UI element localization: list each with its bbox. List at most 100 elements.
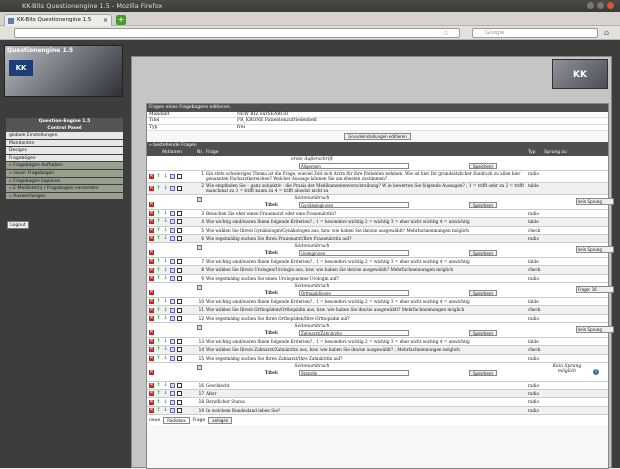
arrow-up-icon[interactable]: ↑: [156, 236, 161, 241]
arrow-up-icon[interactable]: ↑: [156, 219, 161, 224]
arrow-up-icon[interactable]: ↑: [156, 407, 161, 413]
arrow-up-icon[interactable]: ↑: [156, 275, 161, 281]
delete-icon[interactable]: ✕: [149, 299, 154, 305]
close-tab-icon[interactable]: ×: [103, 15, 108, 26]
save-section-button[interactable]: Speichern: [469, 369, 497, 376]
browser-tab[interactable]: KK-Bits Questionengine 1.5 ×: [4, 14, 112, 26]
delete-icon[interactable]: ✕: [149, 236, 154, 242]
arrow-down-icon[interactable]: ↓: [163, 407, 168, 413]
arrow-down-icon[interactable]: ↓: [163, 399, 168, 405]
save-section-button[interactable]: Speichern: [469, 329, 497, 336]
select-checkbox[interactable]: [177, 407, 182, 413]
arrow-up-icon[interactable]: ↑: [156, 391, 161, 396]
new-tab-button[interactable]: +: [116, 15, 126, 25]
delete-icon[interactable]: ✕: [149, 307, 154, 313]
arrow-up-icon[interactable]: ↑: [156, 399, 161, 405]
question-type-select[interactable]: Radiobox: [163, 416, 190, 424]
arrow-up-icon[interactable]: ↑: [156, 227, 161, 233]
select-checkbox[interactable]: [177, 315, 182, 321]
delete-icon[interactable]: ✕: [149, 347, 154, 353]
edit-icon[interactable]: [170, 275, 175, 281]
arrow-up-icon[interactable]: ↑: [156, 355, 161, 361]
select-checkbox[interactable]: [177, 383, 182, 388]
delete-icon[interactable]: ✕: [149, 250, 154, 256]
sidebar-item-mandanten[interactable]: Mandanten: [6, 139, 123, 148]
jump-select[interactable]: kein Sprung: [576, 325, 614, 333]
arrow-up-icon[interactable]: ↑: [156, 347, 161, 352]
edit-icon[interactable]: [170, 307, 175, 313]
edit-icon[interactable]: [170, 315, 175, 321]
arrow-up-icon[interactable]: ↑: [156, 259, 161, 264]
delete-icon[interactable]: ✕: [149, 290, 154, 296]
edit-icon[interactable]: [170, 236, 175, 242]
select-checkbox[interactable]: [177, 186, 182, 191]
delete-icon[interactable]: ✕: [149, 407, 154, 413]
edit-icon[interactable]: [170, 391, 175, 397]
arrow-down-icon[interactable]: ↓: [163, 211, 168, 216]
sidebar-item-kopieren[interactable]: » Fragebogen kopieren: [6, 177, 123, 186]
select-checkbox[interactable]: [177, 174, 182, 179]
edit-icon[interactable]: [170, 399, 175, 405]
select-checkbox[interactable]: [177, 339, 182, 345]
edit-icon[interactable]: [170, 355, 175, 361]
section-title-input[interactable]: Orthopädinnen: [299, 290, 409, 297]
arrow-down-icon[interactable]: ↓: [163, 347, 168, 352]
select-checkbox[interactable]: [177, 211, 182, 217]
edit-settings-button[interactable]: Grundeinstellungen editieren: [344, 133, 411, 140]
delete-icon[interactable]: ✕: [149, 275, 154, 281]
arrow-down-icon[interactable]: ↓: [163, 186, 168, 191]
close-window-button[interactable]: [607, 2, 614, 9]
edit-icon[interactable]: [170, 339, 175, 345]
edit-icon[interactable]: [170, 211, 175, 217]
arrow-down-icon[interactable]: ↓: [163, 307, 168, 313]
delete-icon[interactable]: ✕: [149, 355, 154, 361]
save-section-button[interactable]: Speichern: [469, 163, 497, 169]
sidebar-item-frageboegen[interactable]: Fragebögen: [6, 154, 123, 163]
arrow-down-icon[interactable]: ↓: [163, 267, 168, 273]
arrow-down-icon[interactable]: ↓: [163, 355, 168, 361]
logout-button[interactable]: Logout: [7, 221, 29, 229]
delete-icon[interactable]: ✕: [149, 315, 154, 321]
arrow-down-icon[interactable]: ↓: [163, 339, 168, 344]
save-section-button[interactable]: Speichern: [469, 290, 497, 297]
select-checkbox[interactable]: [177, 236, 182, 242]
arrow-down-icon[interactable]: ↓: [163, 174, 168, 179]
delete-icon[interactable]: ✕: [149, 267, 154, 273]
arrow-up-icon[interactable]: ↑: [156, 299, 161, 304]
sidebar-item-aufheben[interactable]: » Fragebögen Aufheben: [6, 162, 123, 170]
jump-select[interactable]: Frage: 16: [576, 286, 614, 294]
delete-icon[interactable]: ✕: [149, 202, 154, 207]
edit-icon[interactable]: [170, 186, 175, 191]
select-checkbox[interactable]: [177, 355, 182, 361]
edit-icon[interactable]: [170, 219, 175, 225]
delete-icon[interactable]: ✕: [149, 174, 154, 179]
delete-icon[interactable]: ✕: [149, 211, 154, 217]
sidebar-item-auswertungen[interactable]: » Auswertungen: [6, 192, 123, 201]
arrow-down-icon[interactable]: ↓: [163, 259, 168, 264]
delete-icon[interactable]: ✕: [149, 329, 154, 335]
edit-icon[interactable]: [170, 227, 175, 233]
delete-icon[interactable]: ✕: [149, 391, 154, 397]
arrow-up-icon[interactable]: ↑: [156, 307, 161, 313]
select-checkbox[interactable]: [177, 347, 182, 353]
sidebar-item-versenden[interactable]: » E-Mailliste(n) / Fragebogen versenden: [6, 185, 123, 193]
edit-icon[interactable]: [170, 299, 175, 305]
maximize-button[interactable]: [597, 2, 604, 9]
edit-icon[interactable]: [170, 407, 175, 413]
delete-icon[interactable]: ✕: [149, 399, 154, 405]
save-section-button[interactable]: Speichern: [469, 202, 497, 208]
arrow-up-icon[interactable]: ↑: [156, 267, 161, 273]
bookmark-star-icon[interactable]: ☆: [443, 29, 449, 38]
arrow-up-icon[interactable]: ↑: [156, 186, 161, 191]
arrow-up-icon[interactable]: ↑: [156, 339, 161, 344]
arrow-down-icon[interactable]: ↓: [163, 299, 168, 304]
delete-icon[interactable]: ✕: [149, 219, 154, 225]
sidebar-item-neuer[interactable]: » neuer Fragebogen: [6, 169, 123, 178]
search-input[interactable]: Google: [472, 28, 598, 38]
edit-icon[interactable]: [170, 347, 175, 353]
arrow-down-icon[interactable]: ↓: [163, 227, 168, 233]
jump-select[interactable]: kein Sprung: [576, 246, 614, 254]
arrow-down-icon[interactable]: ↓: [163, 315, 168, 321]
delete-icon[interactable]: ✕: [149, 186, 154, 191]
select-checkbox[interactable]: [177, 267, 182, 273]
